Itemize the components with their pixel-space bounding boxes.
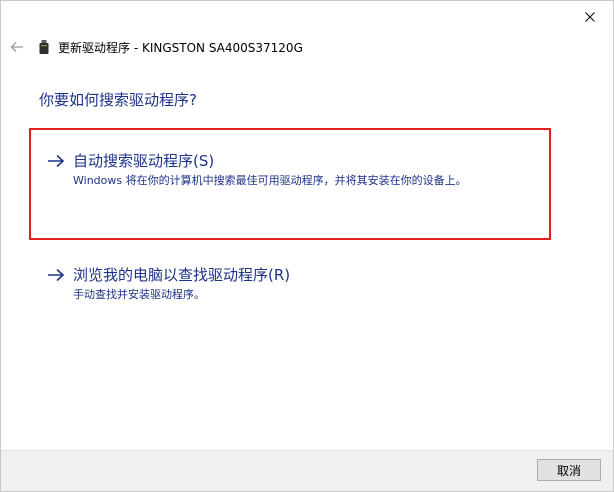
close-icon bbox=[585, 7, 595, 26]
dialog-footer: 取消 bbox=[1, 450, 613, 491]
dialog-title: 更新驱动程序 - KINGSTON SA400S37120G bbox=[39, 39, 303, 55]
browse-computer-option[interactable]: 浏览我的电脑以查找驱动程序(R) 手动查找并安装驱动程序。 bbox=[47, 265, 290, 303]
browse-computer-description: 手动查找并安装驱动程序。 bbox=[73, 288, 205, 301]
auto-search-option[interactable]: 自动搜索驱动程序(S) Windows 将在你的计算机中搜索最佳可用驱动程序，并… bbox=[47, 151, 467, 189]
auto-search-title: 自动搜索驱动程序(S) bbox=[73, 152, 215, 170]
arrow-right-icon bbox=[47, 151, 67, 171]
usb-drive-icon bbox=[39, 40, 51, 54]
page-question: 你要如何搜索驱动程序? bbox=[39, 91, 197, 109]
driver-update-dialog: 更新驱动程序 - KINGSTON SA400S37120G 你要如何搜索驱动程… bbox=[0, 0, 614, 492]
browse-computer-title: 浏览我的电脑以查找驱动程序(R) bbox=[73, 266, 291, 284]
back-arrow-icon bbox=[10, 38, 24, 57]
cancel-button[interactable]: 取消 bbox=[537, 459, 601, 481]
close-button[interactable] bbox=[568, 2, 612, 30]
arrow-right-icon bbox=[47, 265, 67, 285]
auto-search-description: Windows 将在你的计算机中搜索最佳可用驱动程序，并将其安装在你的设备上。 bbox=[73, 174, 467, 187]
dialog-title-text: 更新驱动程序 - KINGSTON SA400S37120G bbox=[58, 40, 303, 55]
back-button[interactable] bbox=[7, 37, 27, 57]
